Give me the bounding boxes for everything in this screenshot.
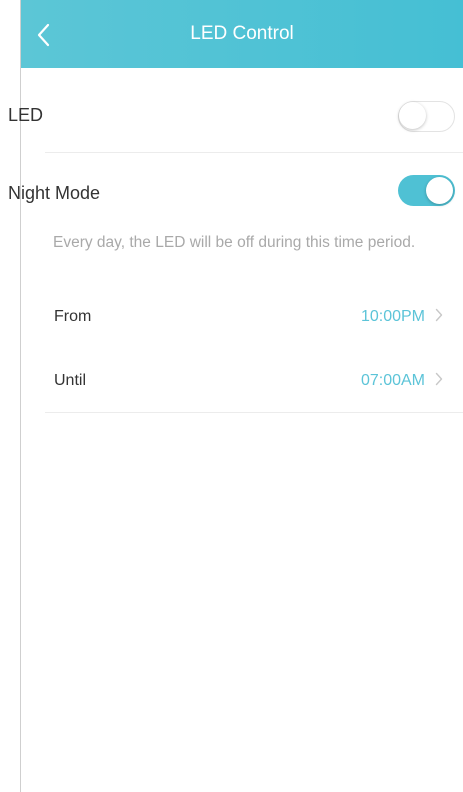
toggle-knob bbox=[399, 102, 426, 129]
toggle-knob bbox=[426, 177, 453, 204]
from-time-text: 10:00PM bbox=[360, 308, 425, 325]
from-time-value[interactable]: 10:00PM bbox=[361, 308, 443, 327]
night-mode-label: Night Mode bbox=[8, 183, 101, 203]
night-mode-toggle[interactable] bbox=[398, 175, 455, 206]
from-label: From bbox=[54, 308, 92, 325]
divider bbox=[45, 412, 463, 413]
page-title: LED Control bbox=[190, 23, 294, 44]
until-label: Until bbox=[54, 372, 87, 389]
led-toggle[interactable] bbox=[398, 101, 455, 132]
header-bar: LED Control bbox=[21, 0, 463, 68]
night-mode-description: Every day, the LED will be off during th… bbox=[53, 234, 416, 251]
chevron-right-icon bbox=[435, 372, 443, 391]
led-label: LED bbox=[8, 105, 44, 125]
screen: LED Control LED Night Mode Every day, th… bbox=[0, 0, 463, 792]
until-time-value[interactable]: 07:00AM bbox=[361, 372, 443, 391]
chevron-right-icon bbox=[435, 308, 443, 327]
until-time-text: 07:00AM bbox=[360, 372, 425, 389]
divider bbox=[45, 152, 463, 153]
